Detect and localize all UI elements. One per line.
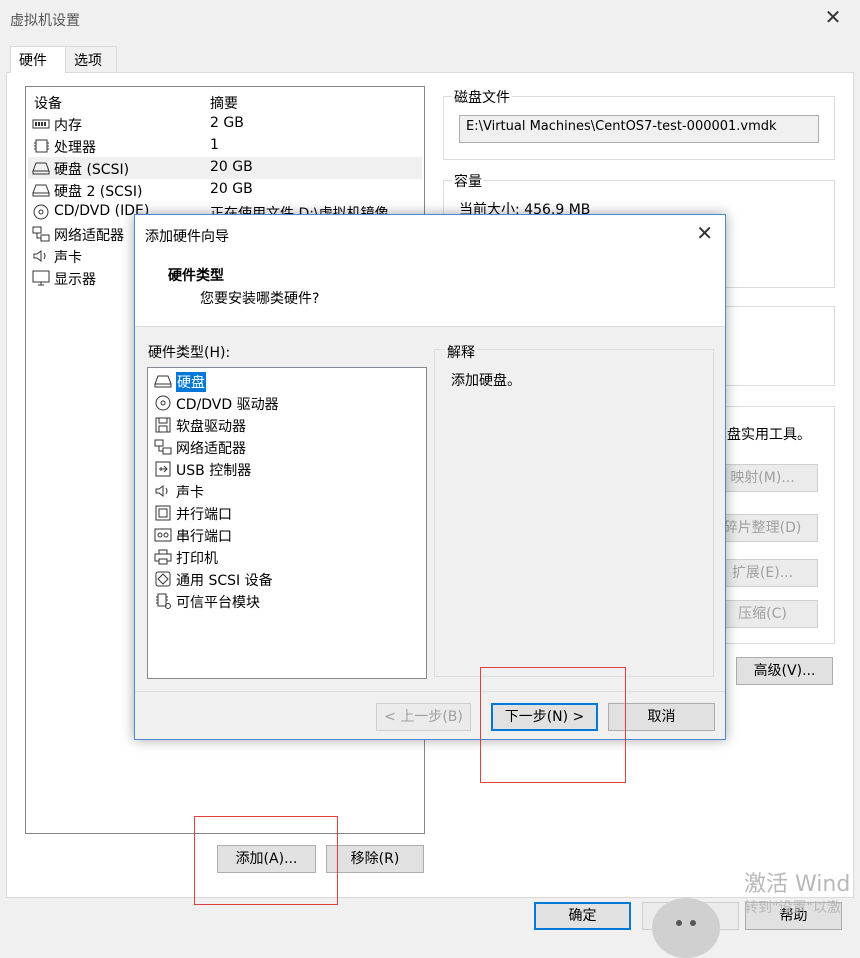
- hardware-type-label: 硬件类型(H):: [148, 345, 231, 361]
- explanation-label: 解释: [445, 342, 477, 362]
- parallel-port-icon: [155, 505, 171, 521]
- wizard-close-button[interactable]: ✕: [696, 221, 713, 245]
- window-close-button[interactable]: ✕: [820, 4, 846, 30]
- hw-item-scsi-device[interactable]: 通用 SCSI 设备: [152, 568, 412, 590]
- annotation-highlight-next: [480, 667, 626, 783]
- wizard-titlebar: 添加硬件向导 ✕: [135, 215, 725, 255]
- disk-utilities-text: 盘实用工具。: [727, 427, 811, 443]
- device-name: 硬盘 (SCSI): [54, 162, 130, 178]
- network-adapter-icon: [154, 439, 172, 455]
- activation-watermark-line1: 激活 Wind: [744, 872, 851, 897]
- hard-disk-icon: [154, 375, 172, 388]
- device-name: 声卡: [54, 250, 82, 266]
- capacity-label: 容量: [452, 171, 484, 191]
- hw-item-printer[interactable]: 打印机: [152, 546, 412, 568]
- disk-file-label: 磁盘文件: [452, 87, 512, 107]
- hw-item-usb-controller[interactable]: USB 控制器: [152, 458, 412, 480]
- hw-item-network-adapter[interactable]: 网络适配器: [152, 436, 412, 458]
- network-adapter-icon: [32, 226, 50, 242]
- avatar-eye-right: [690, 920, 696, 926]
- wizard-header: 硬件类型 您要安装哪类硬件?: [135, 255, 725, 327]
- device-summary: 1: [210, 137, 219, 153]
- explanation-group: 解释 添加硬盘。: [434, 342, 714, 677]
- hw-item-serial-port[interactable]: 串行端口: [152, 524, 412, 546]
- window-title: 虚拟机设置: [10, 13, 80, 29]
- cd-dvd-icon: [155, 395, 171, 411]
- hw-item-label: 并行端口: [176, 507, 232, 523]
- hw-item-cd-dvd[interactable]: CD/DVD 驱动器: [152, 392, 412, 414]
- hw-item-label: 声卡: [176, 485, 204, 501]
- remove-hardware-button[interactable]: 移除(R): [326, 845, 424, 873]
- floppy-icon: [155, 417, 171, 433]
- device-name: 硬盘 2 (SCSI): [54, 184, 143, 200]
- device-row-memory[interactable]: 内存 2 GB: [28, 113, 422, 135]
- hard-disk-icon: [32, 184, 50, 197]
- avatar-eye-left: [676, 920, 682, 926]
- tpm-icon: [156, 593, 171, 609]
- hw-item-label: 串行端口: [176, 529, 232, 545]
- disk-file-path-field[interactable]: E:\Virtual Machines\CentOS7-test-000001.…: [459, 115, 819, 143]
- device-list-header: 设备 摘要: [32, 91, 424, 113]
- serial-port-icon: [154, 528, 172, 542]
- device-name: 显示器: [54, 272, 96, 288]
- wizard-title: 添加硬件向导: [145, 229, 229, 245]
- scsi-device-icon: [155, 571, 171, 587]
- wizard-header-title: 硬件类型: [168, 268, 224, 284]
- avatar: [652, 898, 720, 958]
- explanation-text: 添加硬盘。: [451, 373, 521, 389]
- sound-card-icon: [33, 250, 46, 262]
- annotation-highlight-add: [194, 816, 338, 905]
- hw-item-label: USB 控制器: [176, 463, 252, 479]
- wizard-header-subtitle: 您要安装哪类硬件?: [200, 291, 320, 307]
- usb-icon: [155, 461, 171, 477]
- device-row-hard-disk[interactable]: 硬盘 (SCSI) 20 GB: [28, 157, 422, 179]
- printer-icon: [154, 549, 172, 565]
- summary-column-header: 摘要: [210, 96, 238, 112]
- hw-item-tpm[interactable]: 可信平台模块: [152, 590, 412, 612]
- sound-card-icon: [155, 485, 168, 497]
- cpu-icon: [34, 139, 49, 153]
- device-row-hard-disk-2[interactable]: 硬盘 2 (SCSI) 20 GB: [28, 179, 422, 201]
- device-summary: 20 GB: [210, 181, 253, 197]
- hw-item-parallel-port[interactable]: 并行端口: [152, 502, 412, 524]
- device-name: 内存: [54, 118, 82, 134]
- hw-item-label: 软盘驱动器: [176, 419, 246, 435]
- hw-item-label: 通用 SCSI 设备: [176, 573, 273, 589]
- tab-hardware[interactable]: 硬件: [10, 46, 66, 73]
- add-hardware-wizard-dialog: 添加硬件向导 ✕ 硬件类型 您要安装哪类硬件? 硬件类型(H): 硬盘 CD/D…: [134, 214, 726, 740]
- hw-item-hard-disk[interactable]: 硬盘: [152, 370, 412, 392]
- hard-disk-icon: [32, 162, 50, 175]
- hardware-type-list[interactable]: 硬盘 CD/DVD 驱动器 软盘驱动器 网络适配器 USB 控制器 声卡 并行端…: [147, 367, 427, 679]
- wizard-footer-divider: [135, 691, 725, 692]
- display-icon: [32, 270, 50, 286]
- hw-item-sound-card[interactable]: 声卡: [152, 480, 412, 502]
- advanced-button[interactable]: 高级(V)...: [736, 657, 833, 685]
- ok-button[interactable]: 确定: [534, 902, 631, 930]
- hw-item-floppy[interactable]: 软盘驱动器: [152, 414, 412, 436]
- device-summary: 2 GB: [210, 115, 244, 131]
- hw-item-label: 可信平台模块: [176, 595, 260, 611]
- hw-item-label: 打印机: [176, 551, 218, 567]
- hw-item-label: CD/DVD 驱动器: [176, 397, 279, 413]
- device-summary: 20 GB: [210, 159, 253, 175]
- device-row-cpu[interactable]: 处理器 1: [28, 135, 422, 157]
- memory-icon: [32, 119, 50, 129]
- wizard-back-button[interactable]: < 上一步(B): [376, 703, 471, 731]
- activation-watermark-line2: 转到"设置"以激: [744, 900, 841, 916]
- device-column-header: 设备: [34, 96, 62, 112]
- hw-item-label: 硬盘: [176, 372, 206, 392]
- disk-file-group: 磁盘文件 E:\Virtual Machines\CentOS7-test-00…: [443, 87, 835, 160]
- tab-options[interactable]: 选项: [65, 46, 117, 72]
- hw-item-label: 网络适配器: [176, 441, 246, 457]
- cd-dvd-icon: [33, 204, 49, 220]
- device-name: 网络适配器: [54, 228, 124, 244]
- device-name: 处理器: [54, 140, 96, 156]
